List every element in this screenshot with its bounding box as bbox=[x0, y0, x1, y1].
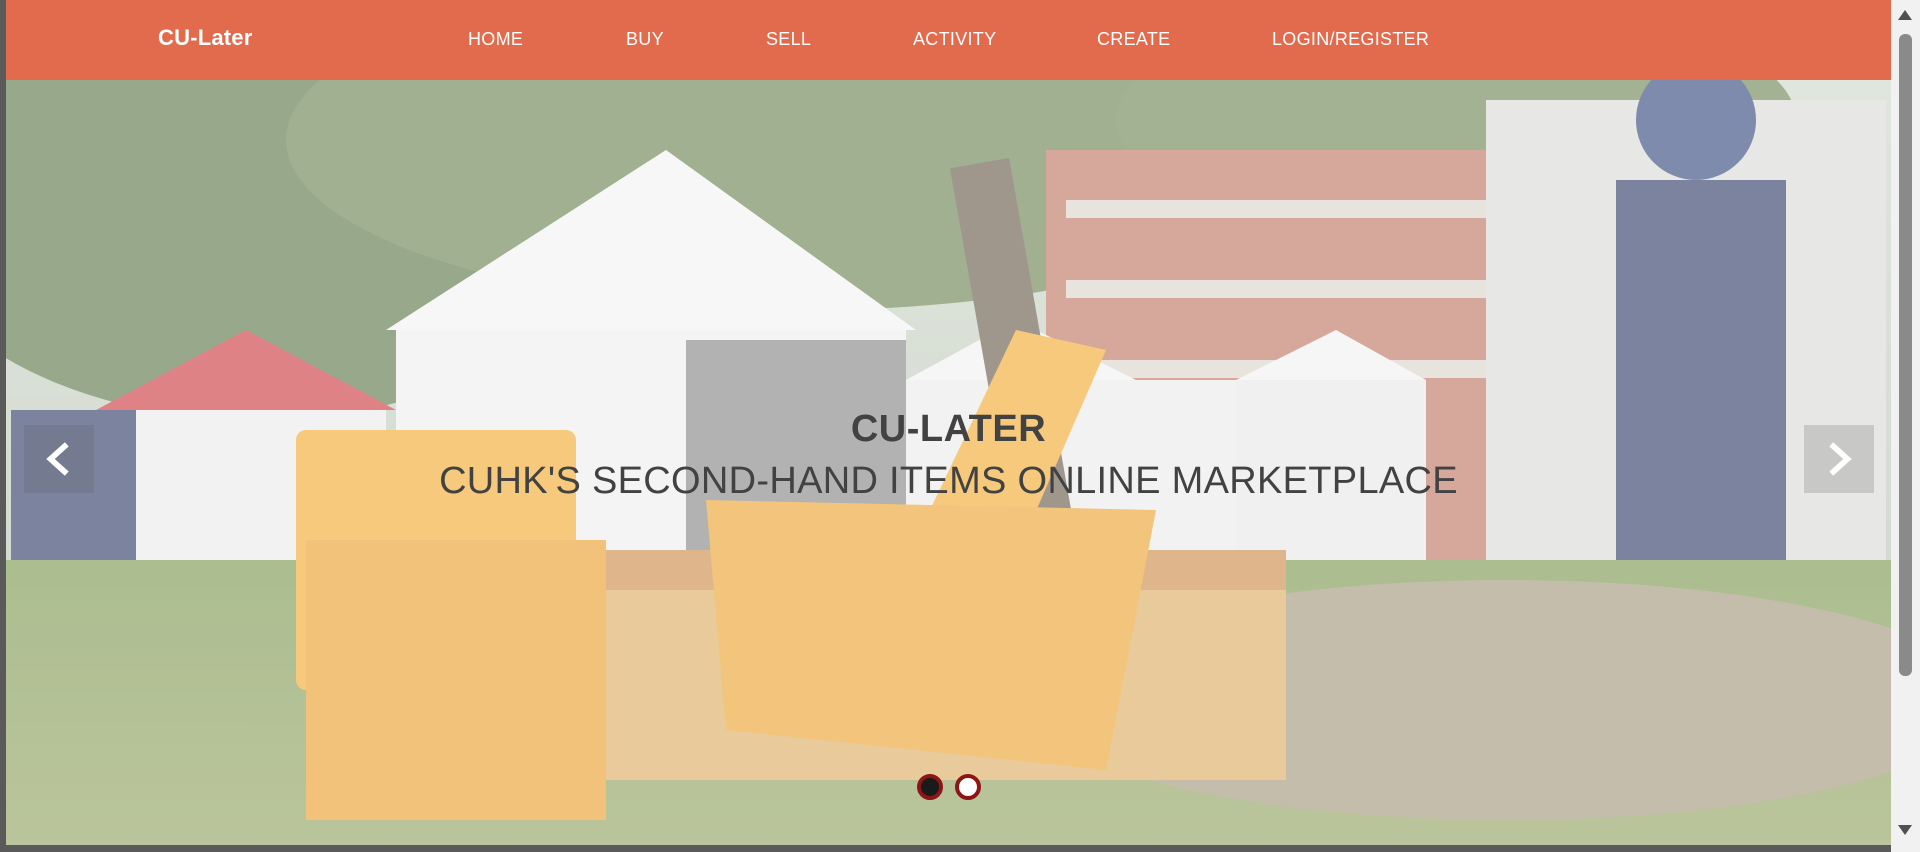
chevron-left-icon bbox=[46, 442, 69, 476]
vertical-scrollbar[interactable] bbox=[1891, 0, 1920, 852]
carousel-next-button[interactable] bbox=[1804, 425, 1874, 493]
carousel-prev-button[interactable] bbox=[24, 425, 94, 493]
nav-buy[interactable]: BUY bbox=[626, 29, 664, 50]
chevron-right-icon bbox=[1829, 442, 1852, 476]
scroll-down-arrow-icon[interactable] bbox=[1898, 825, 1912, 835]
hero-carousel: CU-LATER CUHK'S SECOND-HAND ITEMS ONLINE… bbox=[6, 80, 1891, 845]
nav-home[interactable]: HOME bbox=[468, 29, 523, 50]
hero-title: CU-LATER bbox=[850, 408, 1047, 450]
nav-sell[interactable]: SELL bbox=[766, 29, 811, 50]
carousel-indicator-1[interactable] bbox=[916, 774, 943, 800]
scroll-thumb[interactable] bbox=[1899, 34, 1912, 676]
nav-login-register[interactable]: LOGIN/REGISTER bbox=[1272, 29, 1429, 50]
nav-activity[interactable]: ACTIVITY bbox=[913, 29, 996, 50]
page: CU-Later HOME BUY SELL ACTIVITY CREATE L… bbox=[6, 0, 1891, 845]
browser-frame: CU-Later HOME BUY SELL ACTIVITY CREATE L… bbox=[0, 0, 1920, 852]
nav-create[interactable]: CREATE bbox=[1097, 29, 1170, 50]
brand-logo[interactable]: CU-Later bbox=[158, 25, 253, 51]
carousel-indicators bbox=[6, 774, 1891, 800]
navbar: CU-Later HOME BUY SELL ACTIVITY CREATE L… bbox=[6, 0, 1891, 80]
hero-subtitle: CUHK'S SECOND-HAND ITEMS ONLINE MARKETPL… bbox=[439, 460, 1458, 502]
scroll-up-arrow-icon[interactable] bbox=[1898, 10, 1912, 20]
carousel-indicator-2[interactable] bbox=[954, 774, 981, 800]
